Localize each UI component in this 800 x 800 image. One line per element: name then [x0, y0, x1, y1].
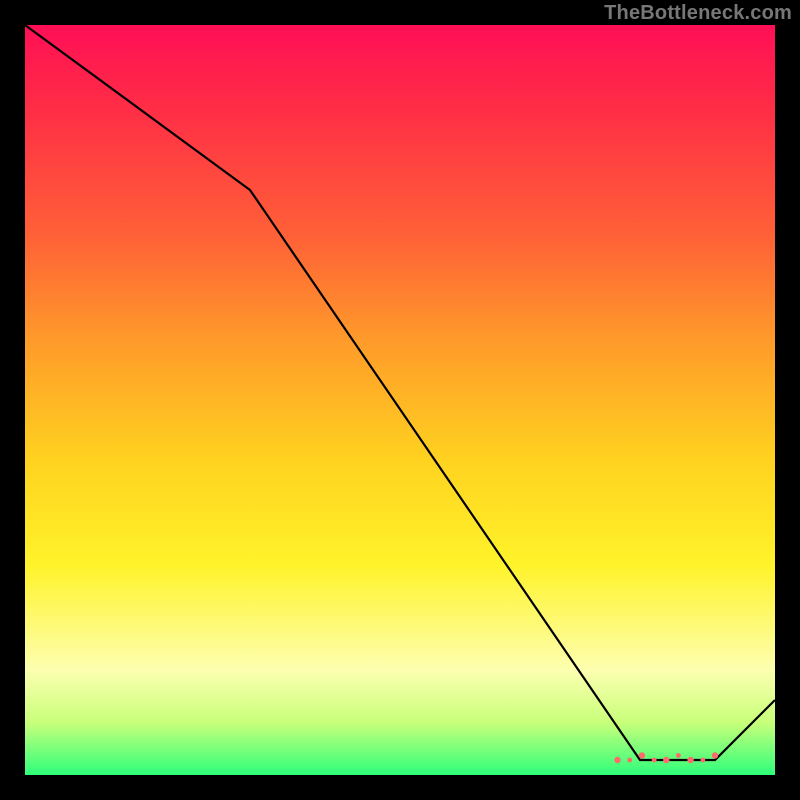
highlight-dot [614, 757, 620, 763]
plot-area [25, 25, 775, 775]
chart-frame: TheBottleneck.com [0, 0, 800, 800]
highlight-dot [712, 752, 718, 758]
highlight-dot [663, 757, 669, 763]
highlight-dot [627, 758, 632, 763]
highlight-dots [614, 752, 718, 763]
bottleneck-curve-line [25, 25, 775, 760]
chart-overlay [25, 25, 775, 775]
highlight-dot [652, 758, 657, 763]
highlight-dot [639, 752, 645, 758]
watermark-text: TheBottleneck.com [604, 2, 792, 25]
highlight-dot [687, 757, 693, 763]
highlight-dot [676, 753, 681, 758]
highlight-dot [700, 758, 705, 763]
